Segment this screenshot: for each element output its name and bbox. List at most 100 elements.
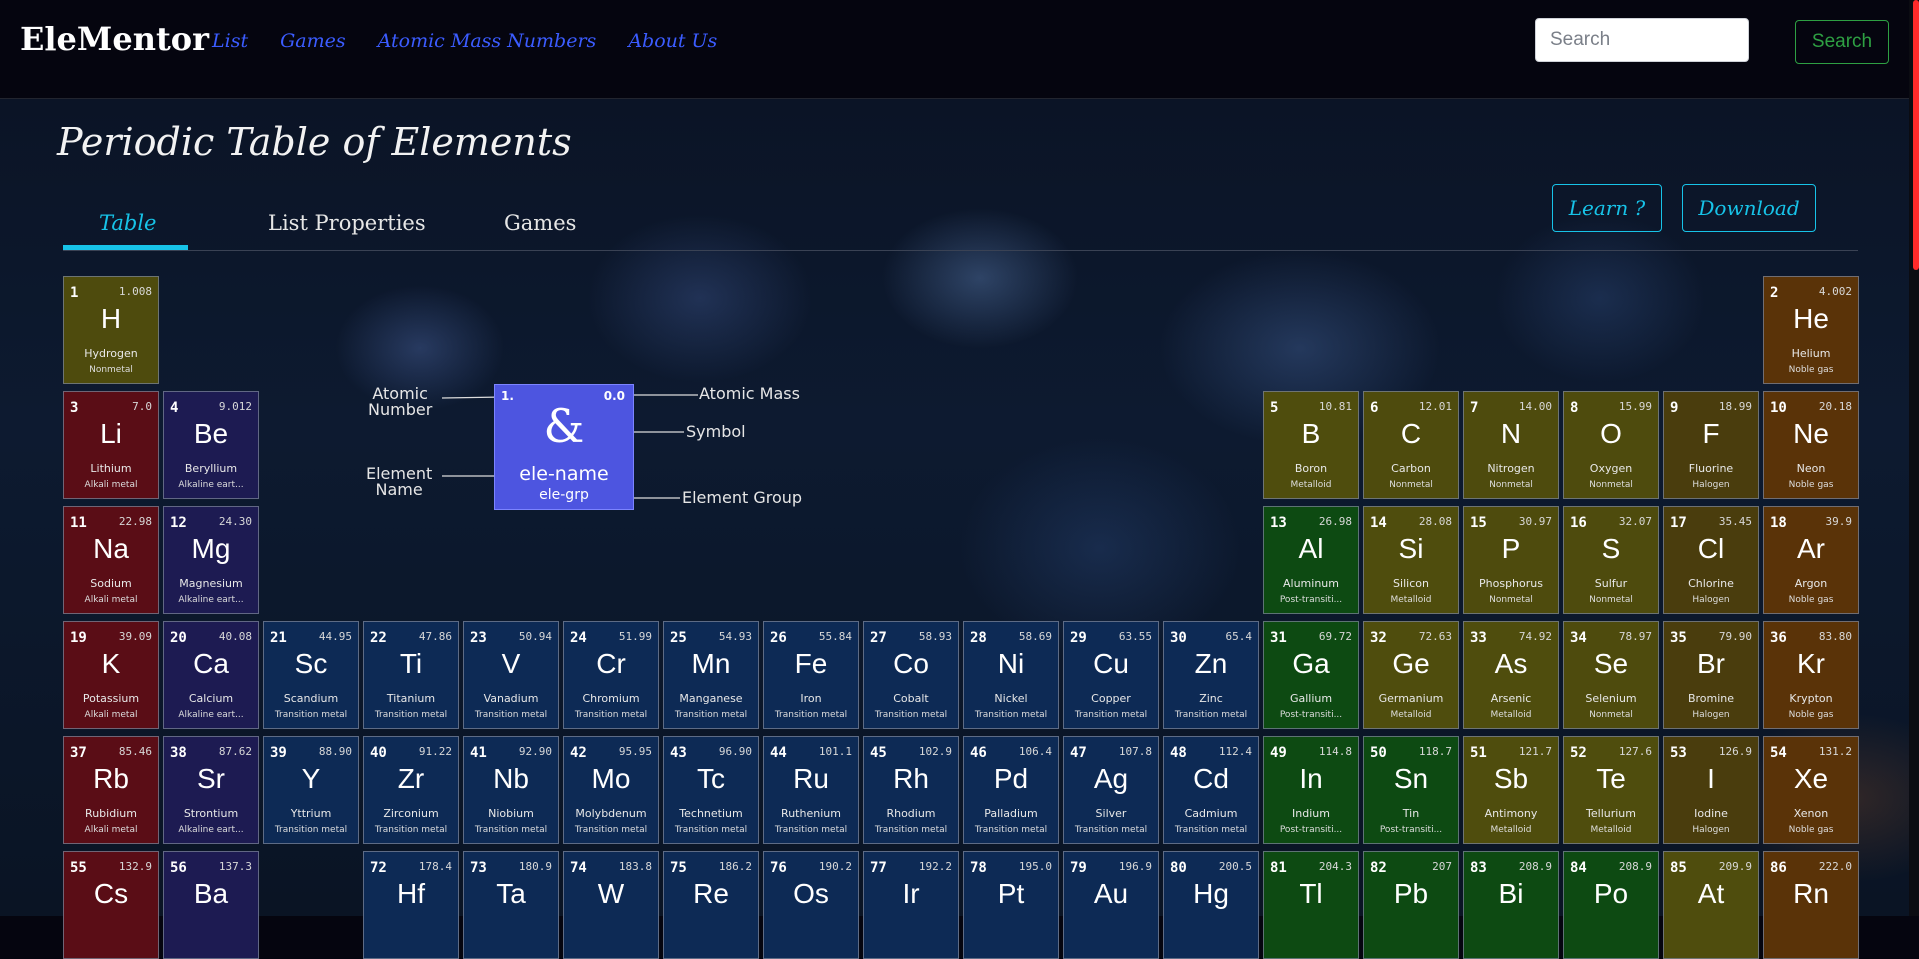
element-cell-co[interactable]: 27 58.93 Co Cobalt Transition metal <box>863 621 959 729</box>
element-cell-ru[interactable]: 44 101.1 Ru Ruthenium Transition metal <box>763 736 859 844</box>
element-cell-tc[interactable]: 43 96.90 Tc Technetium Transition metal <box>663 736 759 844</box>
element-cell-xe[interactable]: 54 131.2 Xe Xenon Noble gas <box>1763 736 1859 844</box>
element-atomic-mass: 92.90 <box>518 745 552 758</box>
element-symbol: Sb <box>1493 763 1529 794</box>
page-scrollbar[interactable] <box>1909 0 1919 916</box>
element-cell-hf[interactable]: 72 178.4 Hf <box>363 851 459 959</box>
element-cell-v[interactable]: 23 50.94 V Vanadium Transition metal <box>463 621 559 729</box>
element-atomic-number: 86 <box>1770 860 1787 876</box>
element-cell-cl[interactable]: 17 35.45 Cl Chlorine Halogen <box>1663 506 1759 614</box>
element-cell-si[interactable]: 14 28.08 Si Silicon Metalloid <box>1363 506 1459 614</box>
element-cell-nb[interactable]: 41 92.90 Nb Niobium Transition metal <box>463 736 559 844</box>
nav-link-games[interactable]: Games <box>280 30 346 52</box>
element-cell-be[interactable]: 4 9.012 Be Beryllium Alkaline eart... <box>163 391 259 499</box>
element-cell-tl[interactable]: 81 204.3 Tl <box>1263 851 1359 959</box>
element-cell-bi[interactable]: 83 208.9 Bi <box>1463 851 1559 959</box>
element-cell-ta[interactable]: 73 180.9 Ta <box>463 851 559 959</box>
element-cell-ar[interactable]: 18 39.9 Ar Argon Noble gas <box>1763 506 1859 614</box>
element-cell-rh[interactable]: 45 102.9 Rh Rhodium Transition metal <box>863 736 959 844</box>
element-atomic-number: 4 <box>170 400 179 416</box>
element-cell-sc[interactable]: 21 44.95 Sc Scandium Transition metal <box>263 621 359 729</box>
element-cell-se[interactable]: 34 78.97 Se Selenium Nonmetal <box>1563 621 1659 729</box>
element-cell-kr[interactable]: 36 83.80 Kr Krypton Noble gas <box>1763 621 1859 729</box>
element-cell-pt[interactable]: 78 195.0 Pt <box>963 851 1059 959</box>
brand-logo[interactable]: EleMentor <box>20 20 209 58</box>
element-cell-o[interactable]: 8 15.99 O Oxygen Nonmetal <box>1563 391 1659 499</box>
element-cell-i[interactable]: 53 126.9 I Iodine Halogen <box>1663 736 1759 844</box>
element-group: Nonmetal <box>1589 480 1633 490</box>
scrollbar-thumb[interactable] <box>1913 0 1919 270</box>
element-atomic-number: 6 <box>1370 400 1379 416</box>
nav-link-list[interactable]: List <box>212 30 248 52</box>
element-cell-cs[interactable]: 55 132.9 Cs <box>63 851 159 959</box>
element-cell-ne[interactable]: 10 20.18 Ne Neon Noble gas <box>1763 391 1859 499</box>
element-cell-zr[interactable]: 40 91.22 Zr Zirconium Transition metal <box>363 736 459 844</box>
element-cell-li[interactable]: 3 7.0 Li Lithium Alkali metal <box>63 391 159 499</box>
element-symbol: Ta <box>496 878 526 909</box>
element-group: Nonmetal <box>1589 710 1633 720</box>
element-cell-na[interactable]: 11 22.98 Na Sodium Alkali metal <box>63 506 159 614</box>
element-cell-cd[interactable]: 48 112.4 Cd Cadmium Transition metal <box>1163 736 1259 844</box>
element-cell-at[interactable]: 85 209.9 At <box>1663 851 1759 959</box>
tab-games[interactable]: Games <box>504 211 576 235</box>
element-cell-al[interactable]: 13 26.98 Al Aluminum Post-transiti... <box>1263 506 1359 614</box>
element-cell-he[interactable]: 2 4.002 He Helium Noble gas <box>1763 276 1859 384</box>
nav-link-atomic-mass-numbers[interactable]: Atomic Mass Numbers <box>378 30 597 52</box>
element-cell-s[interactable]: 16 32.07 S Sulfur Nonmetal <box>1563 506 1659 614</box>
element-cell-po[interactable]: 84 208.9 Po <box>1563 851 1659 959</box>
element-cell-as[interactable]: 33 74.92 As Arsenic Metalloid <box>1463 621 1559 729</box>
tab-list-properties[interactable]: List Properties <box>268 211 426 235</box>
element-cell-os[interactable]: 76 190.2 Os <box>763 851 859 959</box>
element-atomic-number: 18 <box>1770 515 1787 531</box>
element-cell-ba[interactable]: 56 137.3 Ba <box>163 851 259 959</box>
element-cell-au[interactable]: 79 196.9 Au <box>1063 851 1159 959</box>
search-input[interactable] <box>1535 18 1749 62</box>
element-cell-ni[interactable]: 28 58.69 Ni Nickel Transition metal <box>963 621 1059 729</box>
element-cell-mo[interactable]: 42 95.95 Mo Molybdenum Transition metal <box>563 736 659 844</box>
element-cell-pd[interactable]: 46 106.4 Pd Palladium Transition metal <box>963 736 1059 844</box>
element-cell-f[interactable]: 9 18.99 F Fluorine Halogen <box>1663 391 1759 499</box>
nav-link-about-us[interactable]: About Us <box>628 30 717 52</box>
element-cell-c[interactable]: 6 12.01 C Carbon Nonmetal <box>1363 391 1459 499</box>
element-cell-k[interactable]: 19 39.09 K Potassium Alkali metal <box>63 621 159 729</box>
element-cell-sr[interactable]: 38 87.62 Sr Strontium Alkaline eart... <box>163 736 259 844</box>
element-cell-sb[interactable]: 51 121.7 Sb Antimony Metalloid <box>1463 736 1559 844</box>
element-cell-cr[interactable]: 24 51.99 Cr Chromium Transition metal <box>563 621 659 729</box>
element-atomic-mass: 26.98 <box>1318 515 1352 528</box>
element-cell-in[interactable]: 49 114.8 In Indium Post-transiti... <box>1263 736 1359 844</box>
element-cell-ti[interactable]: 22 47.86 Ti Titanium Transition metal <box>363 621 459 729</box>
element-cell-y[interactable]: 39 88.90 Y Yttrium Transition metal <box>263 736 359 844</box>
element-cell-mn[interactable]: 25 54.93 Mn Manganese Transition metal <box>663 621 759 729</box>
element-cell-te[interactable]: 52 127.6 Te Tellurium Metalloid <box>1563 736 1659 844</box>
element-cell-b[interactable]: 5 10.81 B Boron Metalloid <box>1263 391 1359 499</box>
element-name: Magnesium <box>179 577 243 590</box>
element-cell-ag[interactable]: 47 107.8 Ag Silver Transition metal <box>1063 736 1159 844</box>
element-cell-zn[interactable]: 30 65.4 Zn Zinc Transition metal <box>1163 621 1259 729</box>
element-cell-rn[interactable]: 86 222.0 Rn <box>1763 851 1859 959</box>
element-cell-ga[interactable]: 31 69.72 Ga Gallium Post-transiti... <box>1263 621 1359 729</box>
element-cell-ge[interactable]: 32 72.63 Ge Germanium Metalloid <box>1363 621 1459 729</box>
element-cell-w[interactable]: 74 183.8 W <box>563 851 659 959</box>
element-atomic-number: 81 <box>1270 860 1287 876</box>
tab-table[interactable]: Table <box>99 211 156 235</box>
element-cell-ca[interactable]: 20 40.08 Ca Calcium Alkaline eart... <box>163 621 259 729</box>
element-atomic-number: 25 <box>670 630 687 646</box>
element-cell-h[interactable]: 1 1.008 H Hydrogen Nonmetal <box>63 276 159 384</box>
element-cell-hg[interactable]: 80 200.5 Hg <box>1163 851 1259 959</box>
element-cell-pb[interactable]: 82 207 Pb <box>1363 851 1459 959</box>
element-cell-cu[interactable]: 29 63.55 Cu Copper Transition metal <box>1063 621 1159 729</box>
element-cell-rb[interactable]: 37 85.46 Rb Rubidium Alkali metal <box>63 736 159 844</box>
element-atomic-mass: 69.72 <box>1318 630 1352 643</box>
element-group: Metalloid <box>1590 825 1632 835</box>
element-symbol: Ba <box>193 878 229 909</box>
element-cell-p[interactable]: 15 30.97 P Phosphorus Nonmetal <box>1463 506 1559 614</box>
element-cell-mg[interactable]: 12 24.30 Mg Magnesium Alkaline eart... <box>163 506 259 614</box>
element-cell-ir[interactable]: 77 192.2 Ir <box>863 851 959 959</box>
element-cell-br[interactable]: 35 79.90 Br Bromine Halogen <box>1663 621 1759 729</box>
element-cell-fe[interactable]: 26 55.84 Fe Iron Transition metal <box>763 621 859 729</box>
search-button[interactable]: Search <box>1795 20 1889 64</box>
element-cell-re[interactable]: 75 186.2 Re <box>663 851 759 959</box>
element-group: Alkaline eart... <box>178 825 244 835</box>
element-cell-n[interactable]: 7 14.00 N Nitrogen Nonmetal <box>1463 391 1559 499</box>
element-cell-sn[interactable]: 50 118.7 Sn Tin Post-transiti... <box>1363 736 1459 844</box>
